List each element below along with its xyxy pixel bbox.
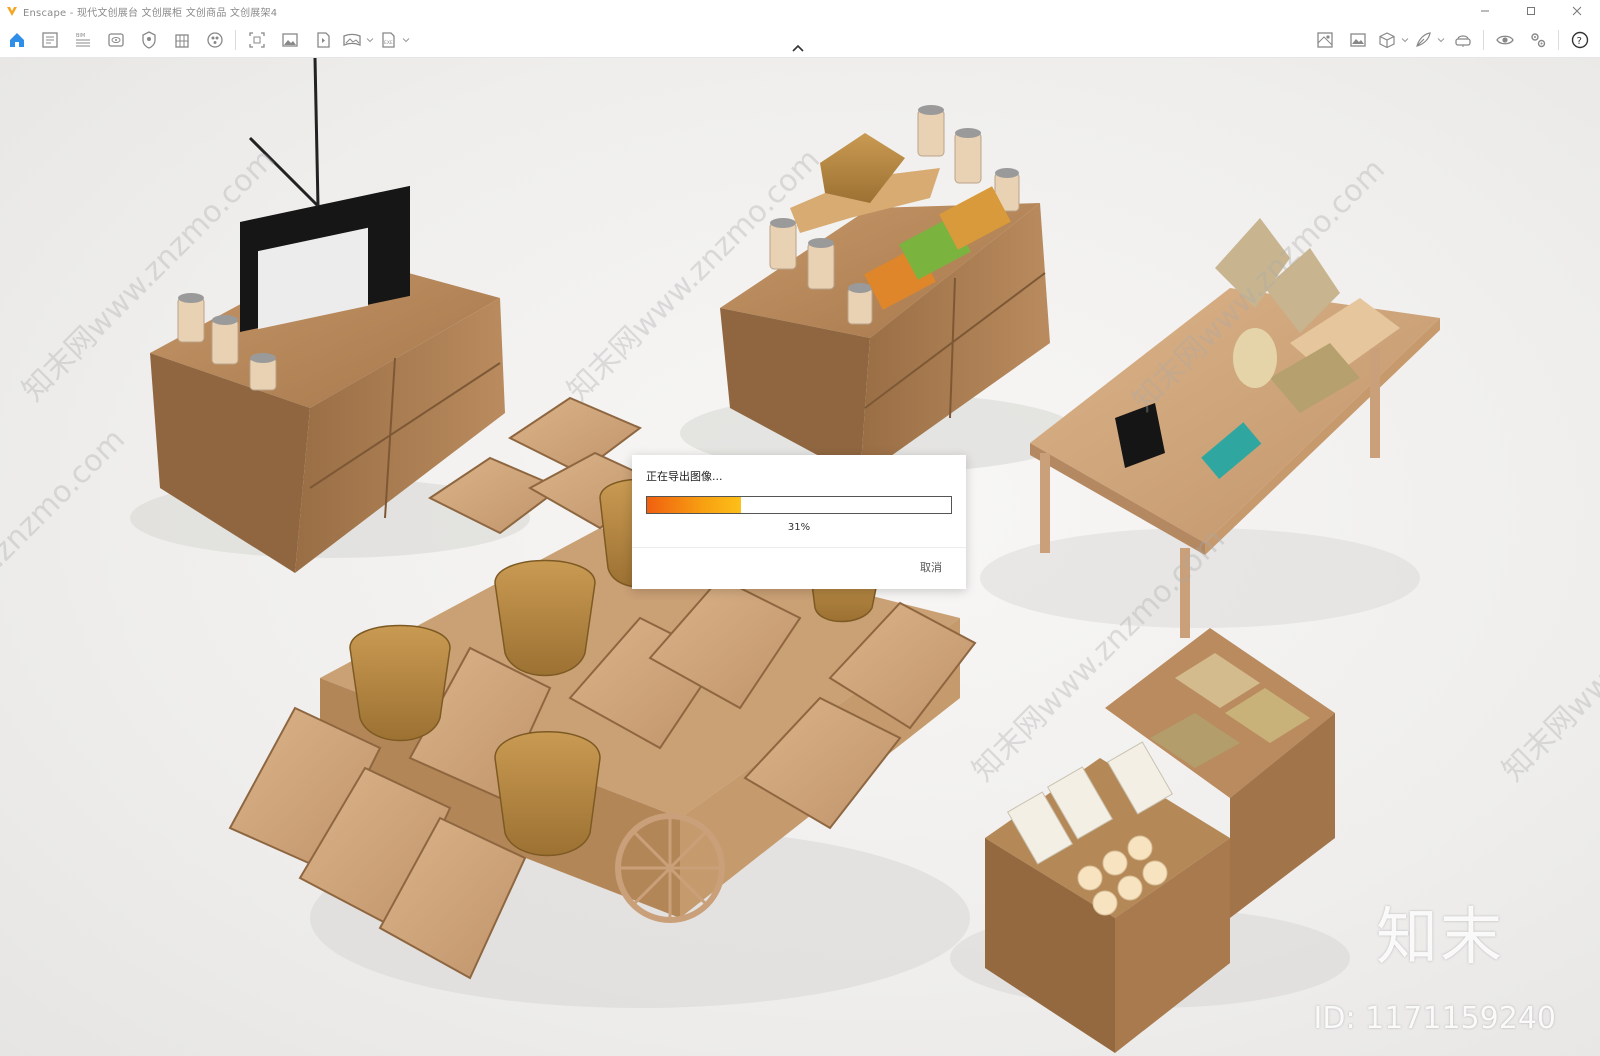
exe-export-icon: EXE xyxy=(382,31,395,48)
building-button[interactable] xyxy=(165,25,198,55)
asset-library-button[interactable] xyxy=(198,25,231,55)
panorama-icon xyxy=(343,33,361,46)
dialog-title: 正在导出图像... xyxy=(646,470,723,483)
home-button[interactable] xyxy=(0,25,33,55)
toolbar-separator xyxy=(235,29,236,50)
minimize-button[interactable] xyxy=(1462,0,1508,22)
cabinet-with-jars xyxy=(680,105,1080,478)
maximize-icon xyxy=(1527,7,1535,15)
feather-dropdown[interactable] xyxy=(1436,25,1446,55)
document-list-icon xyxy=(41,31,58,48)
chevron-down-icon xyxy=(402,37,410,42)
bim-button[interactable]: BIM xyxy=(66,25,99,55)
view-button[interactable] xyxy=(99,25,132,55)
toolbar-right-group: ? xyxy=(1308,22,1596,57)
window-title: Enscape - 现代文创展台 文创展柜 文创商品 文创展架4 xyxy=(23,7,278,19)
chevron-down-icon xyxy=(1437,37,1445,42)
svg-text:BIM: BIM xyxy=(76,33,85,39)
image-settings-icon xyxy=(1349,32,1366,47)
settings-icon xyxy=(1530,32,1545,47)
image-export-button[interactable] xyxy=(273,25,306,55)
exe-export-button[interactable]: EXE xyxy=(375,25,401,55)
shield-button[interactable] xyxy=(132,25,165,55)
feather-button[interactable] xyxy=(1410,25,1436,55)
building-icon xyxy=(174,33,189,48)
toolbar-separator xyxy=(1483,29,1484,50)
minimize-icon xyxy=(1481,10,1489,12)
chevron-down-icon xyxy=(366,37,374,42)
toolbar-separator xyxy=(1558,29,1559,50)
progress-percent: 31% xyxy=(787,522,811,533)
panorama-dropdown[interactable] xyxy=(365,25,375,55)
exe-export-dropdown[interactable] xyxy=(401,25,411,55)
maximize-button[interactable] xyxy=(1508,0,1554,22)
progress-bar-fill xyxy=(647,497,742,513)
document-list-button[interactable] xyxy=(33,25,66,55)
enscape-logo-icon xyxy=(7,7,17,16)
title-bar: Enscape - 现代文创展台 文创展柜 文创商品 文创展架4 xyxy=(0,0,1600,22)
eye-icon xyxy=(1495,35,1514,44)
screenshot-button[interactable] xyxy=(240,25,273,55)
vr-headset-button[interactable] xyxy=(1446,25,1479,55)
product-bins xyxy=(950,628,1350,1053)
chevron-up-icon[interactable] xyxy=(790,42,806,54)
box-button[interactable] xyxy=(1374,25,1400,55)
svg-text:EXE: EXE xyxy=(384,40,393,46)
box-icon xyxy=(1379,31,1395,48)
box-dropdown[interactable] xyxy=(1400,25,1410,55)
shield-icon xyxy=(141,30,156,49)
dialog-divider xyxy=(632,547,966,548)
id-watermark: ID: 1171159240 xyxy=(1313,1001,1556,1036)
chevron-down-icon xyxy=(1401,37,1409,42)
batch-render-button[interactable] xyxy=(306,25,339,55)
screenshot-icon xyxy=(248,31,265,48)
asset-library-icon xyxy=(206,31,223,48)
home-icon xyxy=(9,32,24,47)
feather-icon xyxy=(1416,31,1431,47)
help-icon: ? xyxy=(1571,31,1588,48)
image-settings-button[interactable] xyxy=(1341,25,1374,55)
help-button[interactable]: ? xyxy=(1563,25,1596,55)
settings-button[interactable] xyxy=(1521,25,1554,55)
toolbar-left-group: BIM EXE xyxy=(0,22,411,57)
export-progress-dialog: 正在导出图像... 31% 取消 xyxy=(632,455,966,589)
map-button[interactable] xyxy=(1308,25,1341,55)
vr-headset-icon xyxy=(1454,34,1471,47)
map-icon xyxy=(1316,31,1333,48)
brand-watermark: 知末 xyxy=(1375,900,1504,973)
svg-text:?: ? xyxy=(1576,36,1581,47)
eye-button[interactable] xyxy=(1488,25,1521,55)
view-icon xyxy=(107,32,124,47)
image-export-icon xyxy=(281,32,298,47)
batch-render-icon xyxy=(316,31,330,48)
progress-bar xyxy=(646,496,952,514)
cancel-button[interactable]: 取消 xyxy=(916,557,946,577)
close-icon xyxy=(1572,6,1582,16)
close-button[interactable] xyxy=(1554,0,1600,22)
bim-icon: BIM xyxy=(75,33,90,46)
panorama-button[interactable] xyxy=(339,25,365,55)
